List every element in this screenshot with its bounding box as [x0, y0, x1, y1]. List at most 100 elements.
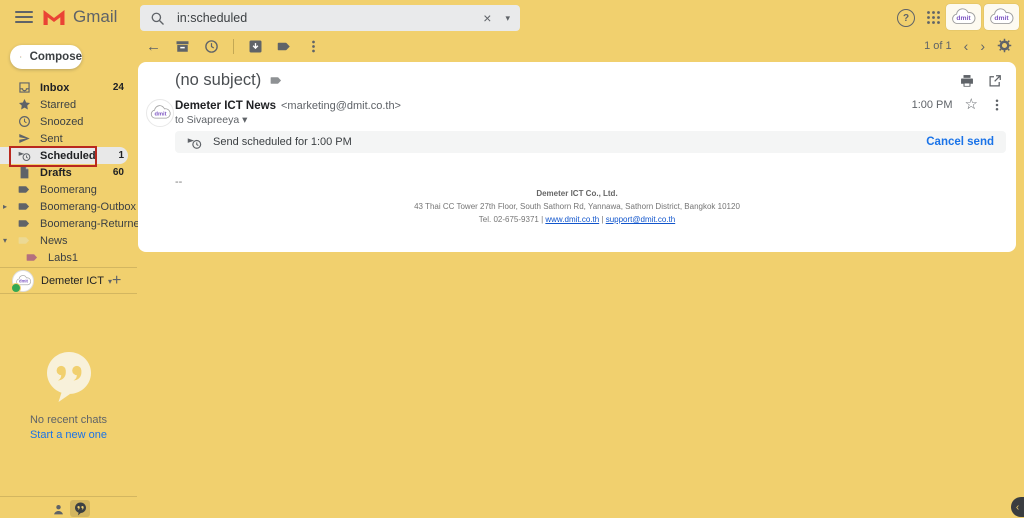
- schedule-send-icon: [18, 149, 31, 162]
- sidebar-item-label: Inbox: [40, 82, 113, 94]
- account-badge[interactable]: [984, 4, 1019, 30]
- hangouts-icon[interactable]: [70, 500, 90, 517]
- account-name: Demeter ICT: [41, 275, 104, 287]
- sidebar-item-inbox[interactable]: Inbox 24: [0, 79, 128, 96]
- sidebar-item-news[interactable]: ▾ News: [0, 232, 128, 249]
- sender-name: Demeter ICT News: [175, 100, 276, 112]
- email-time: 1:00 PM: [912, 99, 953, 111]
- support-email-link[interactable]: support@dmit.co.th: [606, 215, 675, 224]
- start-new-chat-link[interactable]: Start a new one: [0, 429, 137, 441]
- sidebar-item-boomerang-returned[interactable]: Boomerang-Returned: [0, 215, 128, 232]
- sidebar-item-label: Sent: [40, 133, 128, 145]
- sidebar-item-label: News: [40, 235, 128, 247]
- sender-avatar: [146, 99, 174, 127]
- label-icon: [26, 251, 39, 264]
- expand-icon[interactable]: ▸: [3, 202, 7, 211]
- sidebar-item-label: Drafts: [40, 167, 113, 179]
- label-icon: [18, 183, 31, 196]
- clock-icon: [18, 115, 31, 128]
- search-bar[interactable]: in:scheduled × ▾: [140, 5, 520, 31]
- sidebar-item-boomerang[interactable]: Boomerang: [0, 181, 128, 198]
- star-icon: [18, 98, 31, 111]
- gmail-app: Gmail in:scheduled × ▾ ? Compose Inbox 2…: [0, 0, 1024, 518]
- search-icon[interactable]: [150, 11, 165, 26]
- schedule-send-icon: [187, 135, 202, 150]
- help-icon[interactable]: ?: [897, 9, 915, 27]
- scheduled-banner-text: Send scheduled for 1:00 PM: [213, 136, 926, 148]
- settings-gear-icon[interactable]: [997, 38, 1012, 53]
- label-icon: [18, 200, 31, 213]
- draft-icon: [18, 166, 31, 179]
- compose-plus-icon: [20, 50, 22, 64]
- sender-email: <marketing@dmit.co.th>: [281, 100, 401, 112]
- collapse-icon[interactable]: ▾: [3, 236, 7, 245]
- search-input[interactable]: in:scheduled: [177, 11, 483, 25]
- snooze-icon[interactable]: [204, 39, 219, 54]
- sidebar-item-label: Labs1: [48, 252, 128, 264]
- online-status-dot: [11, 283, 21, 293]
- labels-icon[interactable]: [277, 39, 292, 54]
- send-icon: [18, 132, 31, 145]
- compose-button[interactable]: Compose: [10, 45, 82, 69]
- search-options-icon[interactable]: ▾: [505, 13, 510, 24]
- sidebar-item-boomerang-outbox[interactable]: ▸ Boomerang-Outbox: [0, 198, 128, 215]
- signature-contact: Tel. 02-675-9371 | www.dmit.co.th | supp…: [138, 215, 1016, 224]
- sidebar-item-scheduled[interactable]: Scheduled 1: [0, 147, 128, 164]
- newer-icon[interactable]: ‹: [964, 39, 969, 53]
- move-to-icon[interactable]: [248, 39, 263, 54]
- signature-company: Demeter ICT Co., Ltd.: [138, 189, 1016, 198]
- hangouts-glyph-icon: [74, 502, 87, 516]
- gmail-logo: Gmail: [42, 7, 117, 27]
- star-icon[interactable]: ☆: [965, 98, 978, 112]
- clear-search-icon[interactable]: ×: [483, 10, 491, 26]
- main-menu-icon[interactable]: [15, 11, 33, 25]
- more-options-icon[interactable]: [990, 98, 1004, 112]
- sidebar-item-label: Snoozed: [40, 116, 128, 128]
- website-link[interactable]: www.dmit.co.th: [545, 215, 599, 224]
- apps-grid-icon[interactable]: [926, 10, 941, 25]
- sidebar-item-drafts[interactable]: Drafts 60: [0, 164, 128, 181]
- add-label-icon[interactable]: [270, 74, 283, 87]
- email-signature: Demeter ICT Co., Ltd. 43 Thai CC Tower 2…: [138, 189, 1016, 224]
- sidebar-item-label: Scheduled: [40, 150, 118, 162]
- label-icon: [18, 217, 31, 230]
- new-conversation-icon[interactable]: +: [112, 272, 121, 290]
- pagination-toolbar: 1 of 1 ‹ ›: [924, 38, 1012, 53]
- older-icon[interactable]: ›: [980, 39, 985, 53]
- email-card: (no subject) Demeter ICT News <marketing…: [138, 62, 1016, 252]
- cancel-send-button[interactable]: Cancel send: [926, 136, 994, 148]
- email-toolbar: ←: [146, 39, 321, 54]
- sidebar-item-starred[interactable]: Starred: [0, 96, 128, 113]
- print-icon[interactable]: [960, 74, 974, 88]
- sidebar-item-sent[interactable]: Sent: [0, 130, 128, 147]
- recipient-details[interactable]: to Sivapreeya ▾: [175, 114, 247, 126]
- more-options-icon[interactable]: [306, 39, 321, 54]
- dmit-logo-icon: [988, 8, 1015, 27]
- dmit-logo-icon: [149, 105, 172, 121]
- divider: [0, 267, 137, 268]
- chat-empty-state: No recent chats Start a new one: [0, 350, 137, 441]
- open-in-new-icon[interactable]: [988, 74, 1002, 88]
- workspace-badge[interactable]: [946, 4, 981, 30]
- sidebar-item-label: Boomerang-Returned: [40, 218, 146, 230]
- sidebar-item-count: 24: [113, 82, 124, 93]
- chat-empty-title: No recent chats: [0, 414, 137, 426]
- divider: [0, 496, 137, 497]
- inbox-icon: [18, 81, 31, 94]
- signature-address: 43 Thai CC Tower 27th Floor, South Satho…: [138, 202, 1016, 211]
- archive-icon[interactable]: [175, 39, 190, 54]
- sidebar-item-count: 1: [118, 150, 124, 161]
- scheduled-send-banner: Send scheduled for 1:00 PM Cancel send: [175, 131, 1006, 153]
- contacts-icon[interactable]: [52, 503, 65, 516]
- divider: [0, 293, 137, 294]
- hangouts-bubble-icon: [43, 350, 95, 404]
- dmit-logo-icon: [950, 8, 977, 27]
- signature-tel: Tel. 02-675-9371 |: [479, 215, 546, 224]
- sidebar-item-labs1[interactable]: Labs1: [0, 249, 128, 266]
- sidebar-item-label: Starred: [40, 99, 128, 111]
- label-icon: [18, 234, 31, 247]
- back-icon[interactable]: ←: [146, 39, 161, 54]
- sidebar-item-snoozed[interactable]: Snoozed: [0, 113, 128, 130]
- signature-delimiter: --: [175, 176, 182, 188]
- collapse-panel-icon[interactable]: ‹: [1011, 497, 1024, 517]
